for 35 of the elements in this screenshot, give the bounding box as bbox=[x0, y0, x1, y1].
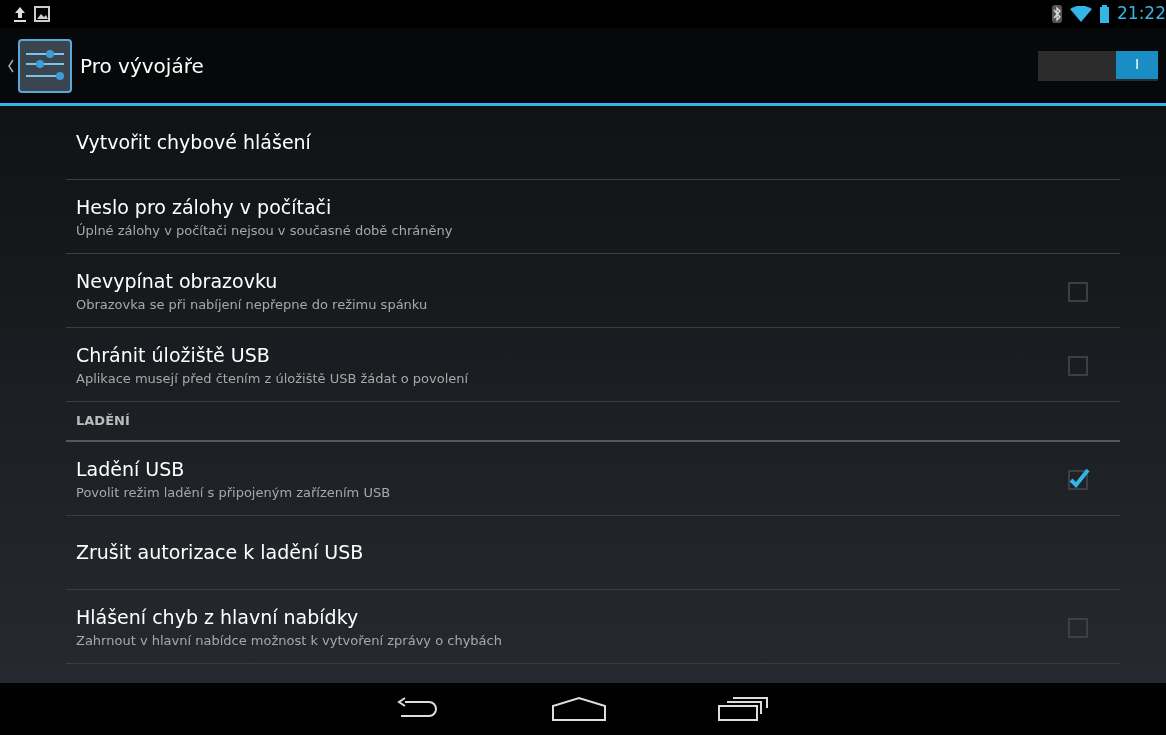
switch-thumb: I bbox=[1116, 50, 1158, 79]
battery-icon bbox=[1100, 5, 1109, 23]
item-title: Zrušit autorizace k ladění USB bbox=[76, 540, 364, 566]
settings-sliders-icon bbox=[18, 38, 72, 93]
settings-item[interactable]: Vytvořit chybové hlášení bbox=[66, 106, 1120, 180]
back-caret-icon bbox=[8, 58, 14, 73]
section-header: LADĚNÍ bbox=[76, 412, 130, 431]
item-title: Chránit úložiště USB bbox=[76, 342, 271, 368]
item-title: Ladění USB bbox=[76, 456, 186, 482]
settings-item[interactable]: Heslo pro zálohy v počítači Úplné zálohy v počítači nejsou v současné době chráněny bbox=[66, 180, 1120, 254]
item-summary: Obrazovka se při nabíjení nepřepne do režimu spánku bbox=[76, 296, 428, 314]
item-title: Nevypínat obrazovku bbox=[76, 268, 279, 294]
item-summary: Úplné zálohy v počítači nejsou v současné době chráněny bbox=[76, 222, 453, 240]
settings-item[interactable]: Hlášení chyb z hlavní nabídky Zahrnout v hlavní nabídce možnost k vytvoření zprávy o chybách bbox=[66, 590, 1120, 664]
item-summary: Zahrnout v hlavní nabídce možnost k vytvoření zprávy o chybách bbox=[76, 632, 502, 650]
settings-item[interactable]: Nevypínat obrazovku Obrazovka se při nabíjení nepřepne do režimu spánku bbox=[66, 254, 1120, 328]
image-icon bbox=[34, 6, 50, 22]
recent-apps-icon[interactable] bbox=[717, 696, 769, 722]
developer-options-switch[interactable]: I bbox=[1038, 50, 1158, 81]
upload-icon bbox=[14, 6, 26, 22]
item-title: Hlášení chyb z hlavní nabídky bbox=[76, 604, 360, 630]
screen-title: Pro vývojáře bbox=[80, 52, 204, 80]
home-icon[interactable] bbox=[551, 696, 607, 722]
item-title: Vytvořit chybové hlášení bbox=[76, 130, 311, 156]
settings-item[interactable]: Ladění USB Povolit režim ladění s připojeným zařízením USB bbox=[66, 442, 1120, 516]
settings-item[interactable]: Chránit úložiště USB Aplikace musejí před čtením z úložiště USB žádat o povolení bbox=[66, 328, 1120, 402]
item-title: Heslo pro zálohy v počítači bbox=[76, 194, 333, 220]
item-summary: Aplikace musejí před čtením z úložiště USB žádat o povolení bbox=[76, 370, 469, 388]
clock-time: 21:22 bbox=[1117, 2, 1166, 26]
wifi-icon bbox=[1070, 6, 1092, 22]
settings-item[interactable]: Zrušit autorizace k ladění USB bbox=[66, 516, 1120, 590]
bluetooth-icon bbox=[1052, 5, 1062, 23]
up-navigation[interactable]: Pro vývojáře bbox=[8, 38, 204, 93]
item-summary: Povolit režim ladění s připojeným zařízením USB bbox=[76, 484, 391, 502]
checkbox[interactable] bbox=[1066, 466, 1090, 491]
